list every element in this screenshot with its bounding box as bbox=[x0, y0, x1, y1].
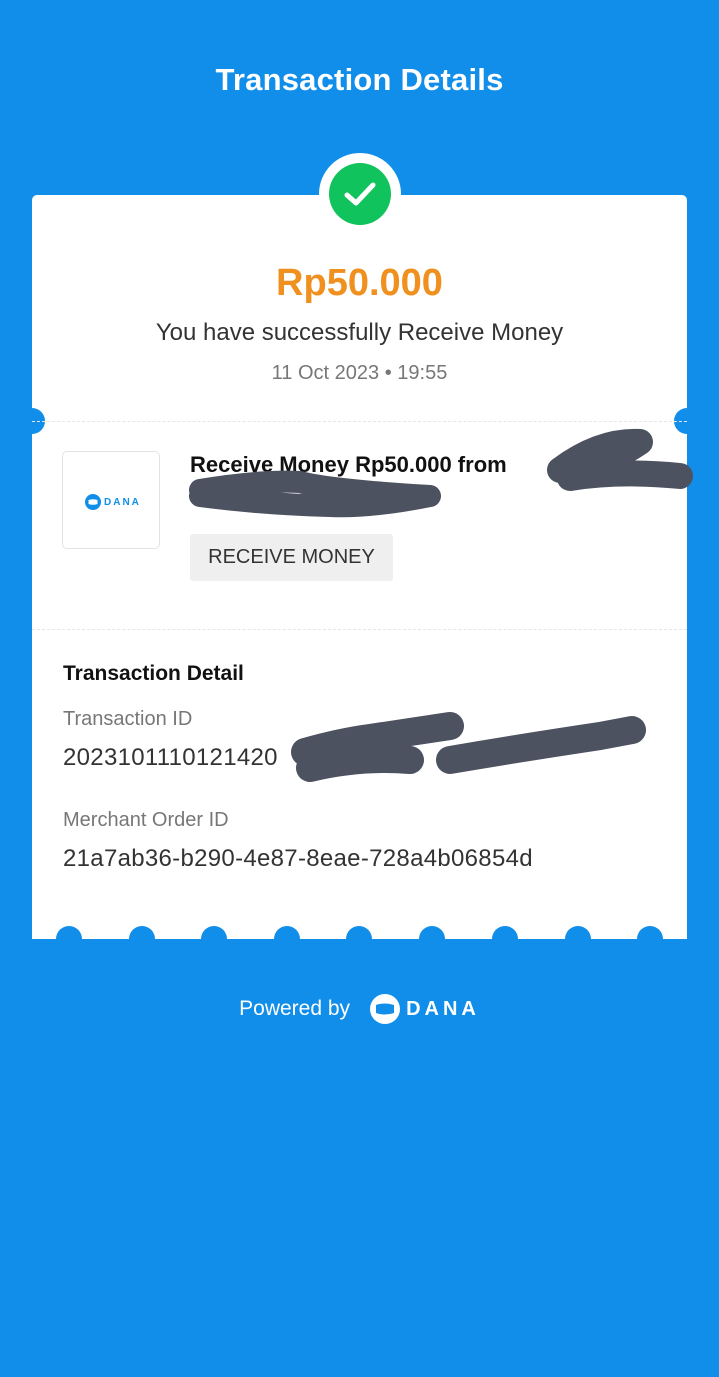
ticket-scallop bbox=[56, 926, 82, 952]
item-title: Receive Money Rp50.000 from bbox=[190, 452, 507, 477]
transaction-id-label: Transaction ID bbox=[63, 708, 193, 730]
ticket-scallop bbox=[274, 926, 300, 952]
dana-logo-text: DANA bbox=[406, 997, 480, 1020]
ticket-scallop bbox=[419, 926, 445, 952]
success-message: You have successfully Receive Money bbox=[155, 319, 564, 346]
dana-logo-icon bbox=[370, 994, 401, 1024]
transaction-id-value: 2023101110121420 bbox=[63, 744, 278, 771]
ticket-scallop bbox=[201, 926, 227, 952]
dana-logo-icon bbox=[85, 494, 101, 510]
ticket-scallop bbox=[637, 926, 663, 952]
ticket-scallop bbox=[492, 926, 518, 952]
ticket-scallop bbox=[565, 926, 591, 952]
merchant-order-id-value: 21a7ab36-b290-4e87-8eae-728a4b06854d bbox=[63, 845, 533, 872]
check-icon bbox=[329, 163, 391, 225]
dana-brand-logo: DANA bbox=[370, 994, 480, 1024]
page-title: Transaction Details bbox=[215, 62, 504, 97]
section-title: Transaction Detail bbox=[63, 662, 244, 685]
transaction-datetime: 11 Oct 2023 • 19:55 bbox=[271, 362, 448, 384]
ticket-scallop bbox=[346, 926, 372, 952]
transaction-type-badge: RECEIVE MONEY bbox=[190, 534, 393, 581]
divider bbox=[32, 421, 687, 422]
divider bbox=[32, 629, 687, 630]
footer: Powered by DANA bbox=[0, 994, 719, 1024]
merchant-logo: DANA bbox=[62, 451, 160, 549]
dana-logo-text: DANA bbox=[104, 496, 141, 508]
powered-by-text: Powered by bbox=[239, 997, 351, 1020]
merchant-order-id-label: Merchant Order ID bbox=[63, 809, 229, 831]
transaction-amount: Rp50.000 bbox=[276, 262, 443, 304]
status-badge bbox=[319, 153, 401, 235]
ticket-scallop bbox=[129, 926, 155, 952]
